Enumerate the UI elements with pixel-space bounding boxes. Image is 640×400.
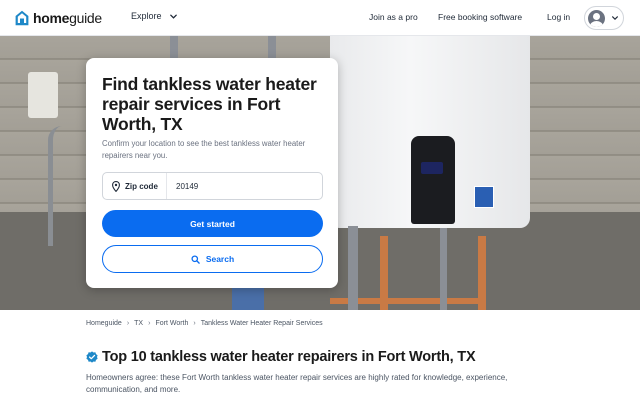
hero-energy-star-label [474,186,494,208]
get-started-button[interactable]: Get started [102,210,323,237]
zip-code-field[interactable]: Zip code [102,172,323,200]
breadcrumb-separator: › [193,320,196,327]
card-title: Find tankless water heater repair servic… [102,74,317,134]
logo-text-light: guide [69,10,102,26]
hero-electrical-box [28,72,58,118]
page-heading: Top 10 tankless water heater repairers i… [86,349,476,365]
search-icon [191,254,200,264]
verified-badge-icon [86,351,98,363]
page-title: Top 10 tankless water heater repairers i… [102,349,476,365]
site-header: homeguide Explore Join as a pro Free boo… [0,0,640,36]
map-pin-icon [112,180,120,192]
hero-pipe [268,36,276,60]
breadcrumb-current: Tankless Water Heater Repair Services [200,320,323,327]
explore-label: Explore [131,11,162,21]
house-icon [15,10,29,26]
search-label: Search [205,254,235,264]
chevron-down-icon [612,16,618,20]
join-as-pro-link[interactable]: Join as a pro [369,12,418,22]
zip-code-input[interactable] [176,181,316,191]
location-search-card: Find tankless water heater repair servic… [86,58,338,288]
hero-heater-panel [411,136,455,224]
account-menu-button[interactable] [584,6,624,30]
hero-pipe [348,226,358,310]
breadcrumb-tx[interactable]: TX [134,320,143,327]
free-booking-software-link[interactable]: Free booking software [438,12,522,22]
hero-conduit [48,126,62,246]
breadcrumb-separator: › [126,320,130,327]
breadcrumb-separator: › [148,320,151,327]
hero-pipe [170,36,178,60]
chevron-down-icon [169,14,177,19]
breadcrumb-fort-worth[interactable]: Fort Worth [155,320,188,327]
search-button[interactable]: Search [102,245,323,273]
logo-text: homeguide [33,10,102,26]
explore-menu[interactable]: Explore [131,11,178,21]
hero-heater-display [421,162,443,174]
zip-code-label: Zip code [125,181,158,191]
breadcrumb: Homeguide › TX › Fort Worth › Tankless W… [86,320,323,327]
hero-pipe [232,288,264,310]
homeguide-logo[interactable]: homeguide [15,10,102,26]
hero-pipe [440,228,447,310]
card-description: Confirm your location to see the best ta… [102,139,306,160]
intro-paragraph: Homeowners agree: these Fort Worth tankl… [86,373,508,394]
login-link[interactable]: Log in [547,12,570,22]
avatar-icon [588,9,605,27]
zip-code-label-group: Zip code [103,173,167,199]
get-started-label: Get started [190,218,235,229]
breadcrumb-homeguide[interactable]: Homeguide [86,320,122,327]
logo-text-bold: home [33,10,70,26]
